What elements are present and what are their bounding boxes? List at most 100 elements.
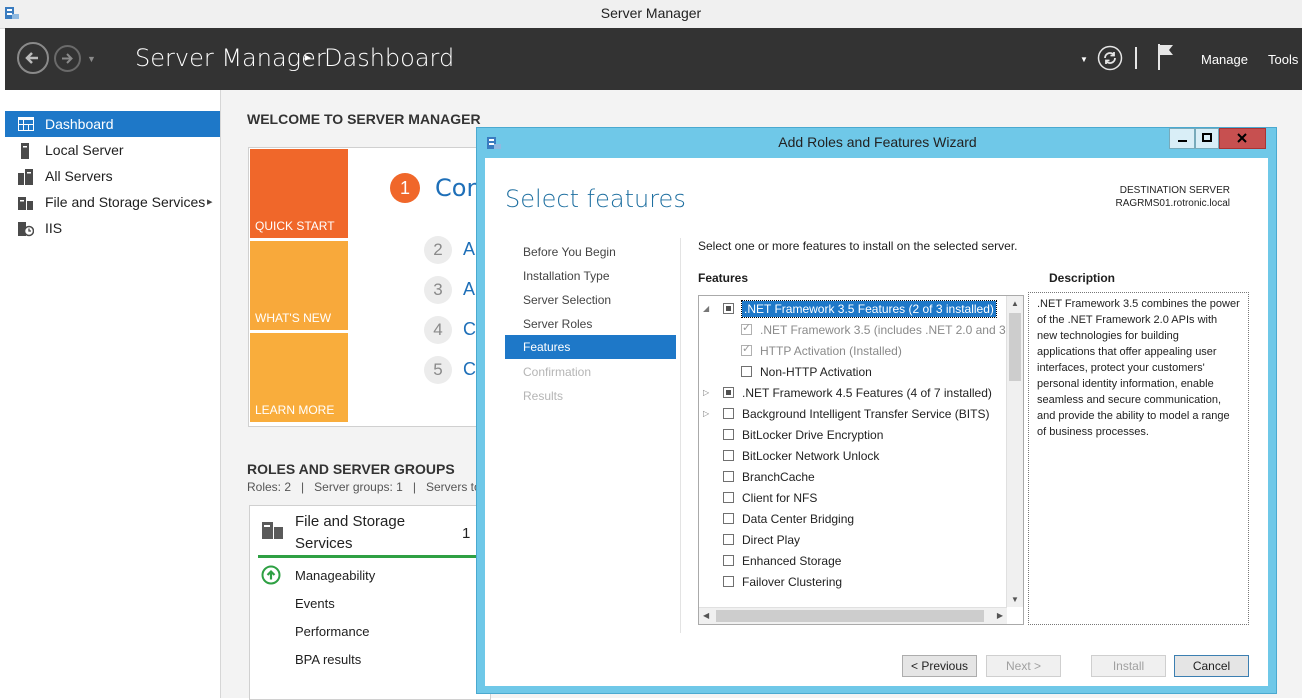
feature-description: .NET Framework 3.5 combines the power of… — [1028, 292, 1249, 625]
feature-checkbox[interactable] — [741, 366, 752, 377]
history-dropdown-icon[interactable]: ▼ — [87, 54, 96, 64]
expand-icon[interactable]: ▷ — [703, 409, 709, 418]
refresh-icon[interactable] — [1097, 45, 1123, 71]
feature-label: Failover Clustering — [742, 575, 843, 589]
close-button[interactable] — [1219, 128, 1266, 149]
feature-row[interactable]: Data Center Bridging — [699, 509, 1007, 530]
step-5-link[interactable]: C — [463, 359, 476, 380]
scroll-left-icon[interactable]: ◀ — [703, 611, 709, 620]
step-3-badge: 3 — [424, 276, 452, 304]
minimize-button[interactable] — [1169, 128, 1195, 149]
feature-checkbox[interactable] — [723, 387, 734, 398]
scrollbar-thumb[interactable] — [1009, 313, 1021, 381]
step-4-link[interactable]: C — [463, 319, 476, 340]
learn-more-tile[interactable]: LEARN MORE — [250, 333, 348, 422]
sidebar-item-local-server[interactable]: Local Server — [5, 137, 220, 163]
step-installation-type[interactable]: Installation Type — [523, 269, 610, 283]
step-server-selection[interactable]: Server Selection — [523, 293, 611, 307]
breadcrumb-page: Dashboard — [324, 44, 455, 72]
sidebar-item-file-storage[interactable]: File and Storage Services ▸ — [5, 189, 220, 215]
step-3-link[interactable]: A — [463, 279, 475, 300]
maximize-button[interactable] — [1195, 128, 1219, 149]
feature-row[interactable]: ◢ .NET Framework 3.5 Features (2 of 3 in… — [699, 299, 1007, 320]
app-header: ▼ Server Manager ▸ Dashboard ▼ Manage To… — [5, 28, 1302, 90]
wizard-instruction: Select one or more features to install o… — [698, 239, 1018, 253]
feature-checkbox[interactable] — [723, 429, 734, 440]
bpa-results-row[interactable]: BPA results — [295, 652, 361, 667]
status-up-icon — [261, 565, 281, 585]
quick-start-tile[interactable]: QUICK START — [250, 149, 348, 238]
feature-row[interactable]: BranchCache — [699, 467, 1007, 488]
feature-checkbox[interactable] — [723, 471, 734, 482]
role-card-title-line1: File and Storage — [295, 513, 406, 530]
chevron-right-icon[interactable]: ▸ — [207, 189, 213, 215]
features-vertical-scrollbar[interactable]: ▲ ▼ — [1006, 296, 1023, 607]
features-tree[interactable]: ◢ .NET Framework 3.5 Features (2 of 3 in… — [698, 295, 1024, 625]
feature-checkbox[interactable] — [723, 534, 734, 545]
step-2-badge: 2 — [424, 236, 452, 264]
feature-label: BitLocker Network Unlock — [742, 449, 880, 463]
scroll-right-icon[interactable]: ▶ — [997, 611, 1003, 620]
cancel-button[interactable]: Cancel — [1174, 655, 1249, 677]
manageability-row[interactable]: Manageability — [295, 568, 375, 583]
tools-menu[interactable]: Tools — [1268, 52, 1298, 67]
install-button: Install — [1091, 655, 1166, 677]
events-row[interactable]: Events — [295, 596, 335, 611]
step-features[interactable]: Features — [505, 335, 676, 359]
step-2-link[interactable]: A — [463, 239, 475, 260]
back-button[interactable] — [17, 42, 49, 74]
feature-row[interactable]: Direct Play — [699, 530, 1007, 551]
sidebar-item-all-servers[interactable]: All Servers — [5, 163, 220, 189]
feature-checkbox[interactable] — [723, 408, 734, 419]
manage-menu[interactable]: Manage — [1201, 52, 1248, 67]
feature-checkbox[interactable] — [723, 576, 734, 587]
welcome-title: WELCOME TO SERVER MANAGER — [247, 111, 481, 127]
iis-icon — [18, 221, 34, 237]
feature-row[interactable]: HTTP Activation (Installed) — [699, 341, 1007, 362]
scroll-down-icon[interactable]: ▼ — [1011, 595, 1019, 604]
feature-label: Enhanced Storage — [742, 554, 842, 568]
breadcrumb-separator-icon: ▸ — [305, 50, 312, 64]
forward-button[interactable] — [54, 45, 81, 72]
feature-row[interactable]: BitLocker Drive Encryption — [699, 425, 1007, 446]
collapse-icon[interactable]: ◢ — [703, 304, 709, 313]
scroll-up-icon[interactable]: ▲ — [1011, 299, 1019, 308]
feature-row[interactable]: BitLocker Network Unlock — [699, 446, 1007, 467]
feature-checkbox[interactable] — [723, 303, 734, 314]
servers-icon — [18, 169, 34, 185]
feature-checkbox — [741, 321, 752, 335]
scrollbar-thumb[interactable] — [716, 610, 984, 622]
breadcrumb-root[interactable]: Server Manager — [135, 44, 326, 72]
previous-button[interactable]: < Previous — [902, 655, 977, 677]
feature-row[interactable]: Enhanced Storage — [699, 551, 1007, 572]
window-title: Server Manager — [600, 5, 702, 21]
feature-row[interactable]: Client for NFS — [699, 488, 1007, 509]
file-storage-icon — [262, 520, 284, 540]
performance-row[interactable]: Performance — [295, 624, 369, 639]
feature-row[interactable]: ▷ Background Intelligent Transfer Servic… — [699, 404, 1007, 425]
feature-row[interactable]: .NET Framework 3.5 (includes .NET 2.0 an… — [699, 320, 1020, 341]
configure-link[interactable]: Con — [435, 174, 482, 202]
feature-row[interactable]: Failover Clustering — [699, 572, 1007, 593]
step-4-badge: 4 — [424, 316, 452, 344]
step-features-label: Features — [523, 340, 571, 354]
step-server-roles[interactable]: Server Roles — [523, 317, 592, 331]
feature-checkbox[interactable] — [723, 492, 734, 503]
sidebar-item-label: File and Storage Services — [45, 194, 206, 210]
feature-checkbox[interactable] — [723, 555, 734, 566]
step-before-you-begin[interactable]: Before You Begin — [523, 245, 616, 259]
feature-checkbox[interactable] — [723, 513, 734, 524]
features-horizontal-scrollbar[interactable]: ◀ ▶ — [699, 607, 1007, 624]
whats-new-tile[interactable]: WHAT'S NEW — [250, 241, 348, 330]
feature-checkbox[interactable] — [723, 450, 734, 461]
sidebar-item-label: IIS — [45, 220, 63, 236]
sidebar-item-iis[interactable]: IIS — [5, 215, 220, 241]
role-card-file-storage[interactable]: File and Storage Services 1 Manageabilit… — [249, 505, 491, 700]
notifications-dropdown-icon[interactable]: ▼ — [1080, 55, 1088, 64]
next-button: Next > — [986, 655, 1061, 677]
feature-row[interactable]: Non-HTTP Activation — [699, 362, 1007, 383]
sidebar-item-dashboard[interactable]: Dashboard — [5, 111, 220, 137]
expand-icon[interactable]: ▷ — [703, 388, 709, 397]
notifications-flag-icon[interactable] — [1155, 42, 1177, 72]
feature-row[interactable]: ▷ .NET Framework 4.5 Features (4 of 7 in… — [699, 383, 1007, 404]
